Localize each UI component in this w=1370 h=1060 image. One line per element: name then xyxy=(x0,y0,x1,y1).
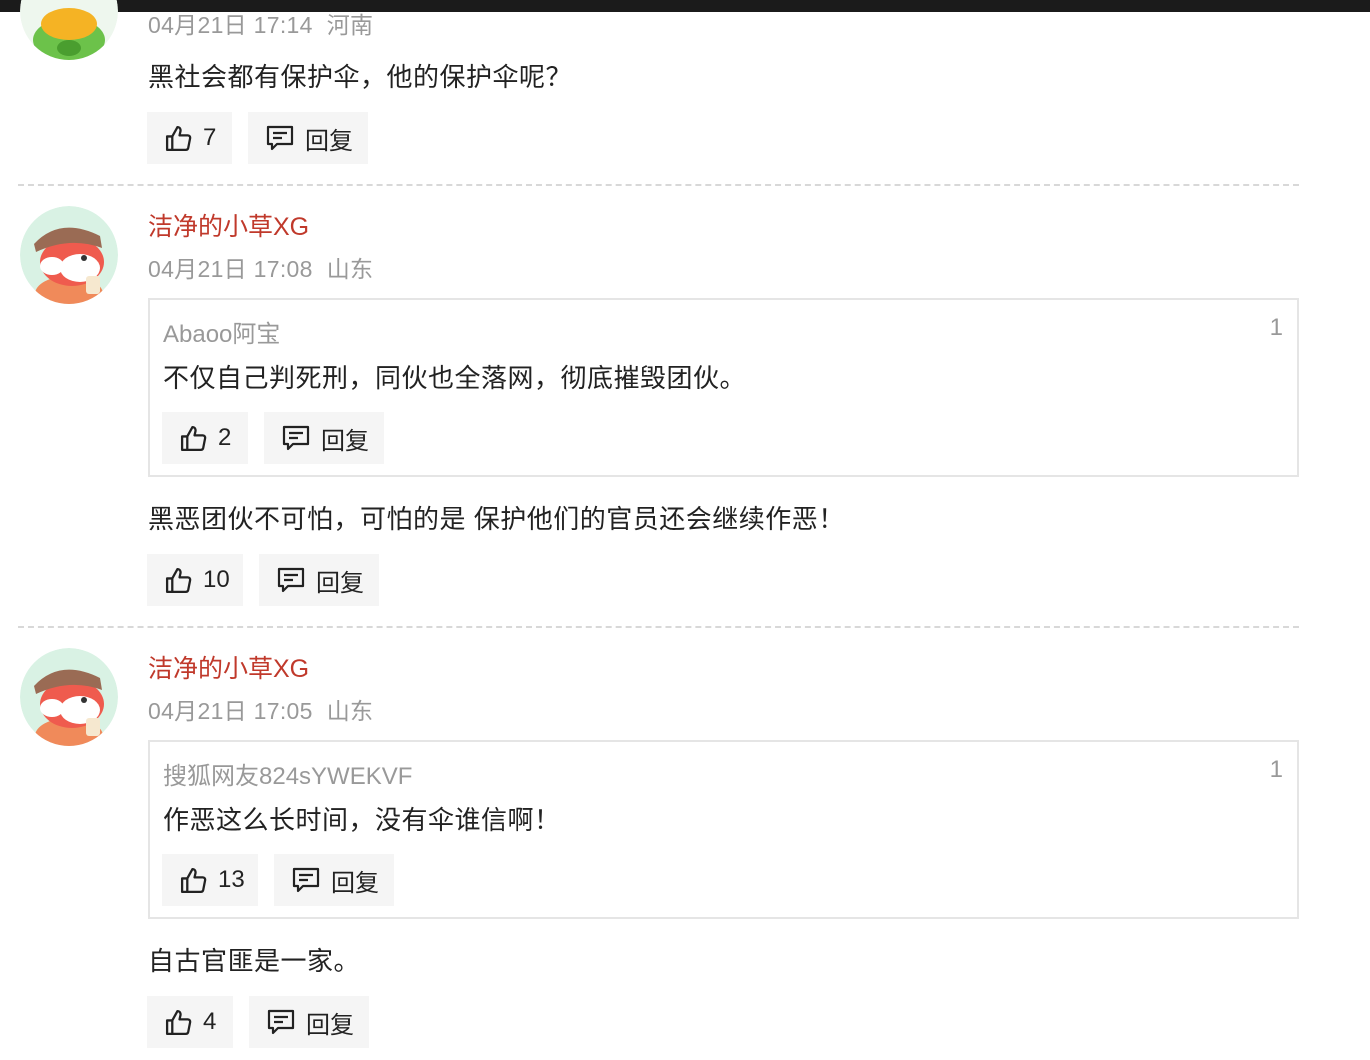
quoted-username[interactable]: 搜狐网友824sYWEKVF xyxy=(163,756,412,791)
quoted-floor-number: 1 xyxy=(1269,756,1283,783)
reply-button[interactable]: 回复 xyxy=(264,412,384,464)
reply-button[interactable]: 回复 xyxy=(249,996,369,1048)
location-text: 山东 xyxy=(326,256,374,282)
comment-icon xyxy=(267,1009,295,1035)
comment-time: 04月21日 17:05 山东 xyxy=(148,692,373,726)
time-text: 04月21日 17:08 xyxy=(148,256,313,282)
reply-button[interactable]: 回复 xyxy=(248,112,368,164)
quoted-comment: Abaoo阿宝 1 不仅自己判死刑，同伙也全落网，彻底摧毁团伙。 2 回复 xyxy=(148,298,1299,477)
reply-button[interactable]: 回复 xyxy=(274,854,394,906)
user-avatar[interactable] xyxy=(20,648,118,746)
thumbs-up-icon xyxy=(180,867,207,893)
comment-divider xyxy=(18,184,1299,186)
time-text: 04月21日 17:14 xyxy=(148,12,313,38)
reply-label: 回复 xyxy=(321,427,369,455)
quoted-text: 作恶这么长时间，没有伞谁信啊！ xyxy=(163,805,561,835)
like-count: 7 xyxy=(203,124,217,151)
quoted-text: 不仅自己判死刑，同伙也全落网，彻底摧毁团伙。 xyxy=(163,363,747,393)
location-text: 山东 xyxy=(326,698,374,724)
comment-text: 黑社会都有保护伞，他的保护伞呢？ xyxy=(148,62,573,92)
thumbs-up-icon xyxy=(165,567,192,593)
reply-label: 回复 xyxy=(305,127,353,155)
comment-divider xyxy=(18,626,1299,628)
comment-time: 04月21日 17:08 山东 xyxy=(148,250,373,284)
comment-icon xyxy=(266,125,294,151)
reply-label: 回复 xyxy=(316,569,364,597)
like-button[interactable]: 7 xyxy=(147,112,232,164)
username[interactable]: 洁净的小草XG xyxy=(148,207,309,243)
reply-label: 回复 xyxy=(306,1011,354,1039)
reply-label: 回复 xyxy=(331,869,379,897)
thumbs-up-icon xyxy=(165,1009,192,1035)
user-avatar[interactable] xyxy=(20,206,118,304)
comment-text: 自古官匪是一家。 xyxy=(148,946,361,976)
comment-time: 04月21日 17:14 河南 xyxy=(148,6,373,40)
like-count: 4 xyxy=(203,1008,217,1035)
like-count: 10 xyxy=(203,566,230,593)
like-button[interactable]: 13 xyxy=(162,854,258,906)
like-button[interactable]: 10 xyxy=(147,554,243,606)
duck-avatar[interactable] xyxy=(20,0,118,60)
comment-text: 黑恶团伙不可怕，可怕的是 保护他们的官员还会继续作恶！ xyxy=(148,504,845,534)
comment-icon xyxy=(277,567,305,593)
time-text: 04月21日 17:05 xyxy=(148,698,313,724)
location-text: 河南 xyxy=(326,12,374,38)
comment-icon xyxy=(282,425,310,451)
thumbs-up-icon xyxy=(165,125,192,151)
like-button[interactable]: 2 xyxy=(162,412,248,464)
like-count: 2 xyxy=(218,424,232,451)
comment-icon xyxy=(292,867,320,893)
quoted-username[interactable]: Abaoo阿宝 xyxy=(163,314,280,349)
quoted-floor-number: 1 xyxy=(1269,314,1283,341)
thumbs-up-icon xyxy=(180,425,207,451)
reply-button[interactable]: 回复 xyxy=(259,554,379,606)
like-button[interactable]: 4 xyxy=(147,996,233,1048)
quoted-comment: 搜狐网友824sYWEKVF 1 作恶这么长时间，没有伞谁信啊！ 13 回复 xyxy=(148,740,1299,919)
like-count: 13 xyxy=(218,866,245,893)
username[interactable]: 洁净的小草XG xyxy=(148,649,309,685)
comment-list: 04月21日 17:14 河南 黑社会都有保护伞，他的保护伞呢？ 7 回复 洁净的… xyxy=(0,0,1370,1060)
